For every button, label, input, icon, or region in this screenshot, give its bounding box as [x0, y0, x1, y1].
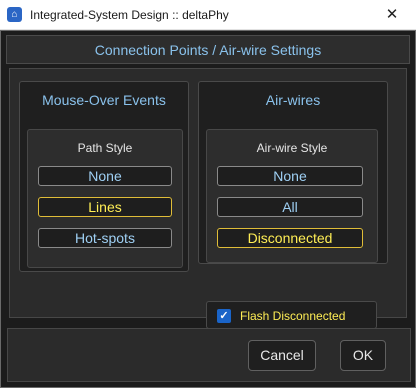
- path-style-hot-spots-button[interactable]: Hot-spots: [38, 228, 172, 248]
- path-style-lines-button[interactable]: Lines: [38, 197, 172, 217]
- path-style-label: Path Style: [77, 141, 133, 155]
- close-button[interactable]: ✕: [368, 0, 416, 30]
- path-style-none-button[interactable]: None: [38, 166, 172, 186]
- flash-disconnected-checkbox[interactable]: ✓: [217, 309, 231, 323]
- settings-panel: Mouse-Over Events Path Style None Lines …: [9, 68, 407, 329]
- air-wire-style-label: Air-wire Style: [256, 141, 328, 155]
- cancel-button[interactable]: Cancel: [248, 340, 316, 371]
- path-style-box: Path Style None Lines Hot-spots: [27, 129, 183, 268]
- ok-button[interactable]: OK: [340, 340, 386, 371]
- settings-dialog: Connection Points / Air-wire Settings Mo…: [0, 30, 416, 388]
- window-title: Integrated-System Design :: deltaPhy: [30, 8, 229, 22]
- mouse-over-events-title: Mouse-Over Events: [42, 92, 166, 108]
- air-wire-style-none-button[interactable]: None: [217, 166, 363, 186]
- app-logo-icon: ⌂: [7, 7, 22, 22]
- dialog-footer: Cancel OK: [7, 328, 411, 382]
- flash-disconnected-option[interactable]: ✓ Flash Disconnected: [206, 301, 377, 329]
- dialog-header: Connection Points / Air-wire Settings: [6, 35, 410, 64]
- dialog-title: Connection Points / Air-wire Settings: [94, 42, 322, 58]
- air-wires-group: Air-wires Air-wire Style None All Discon…: [198, 81, 388, 264]
- title-bar: ⌂ Integrated-System Design :: deltaPhy ✕: [0, 0, 416, 30]
- air-wires-title: Air-wires: [265, 92, 321, 108]
- air-wire-style-all-button[interactable]: All: [217, 197, 363, 217]
- flash-disconnected-label: Flash Disconnected: [240, 309, 346, 323]
- air-wire-style-disconnected-button[interactable]: Disconnected: [217, 228, 363, 248]
- air-wire-style-box: Air-wire Style None All Disconnected: [206, 129, 378, 263]
- mouse-over-events-group: Mouse-Over Events Path Style None Lines …: [19, 81, 189, 272]
